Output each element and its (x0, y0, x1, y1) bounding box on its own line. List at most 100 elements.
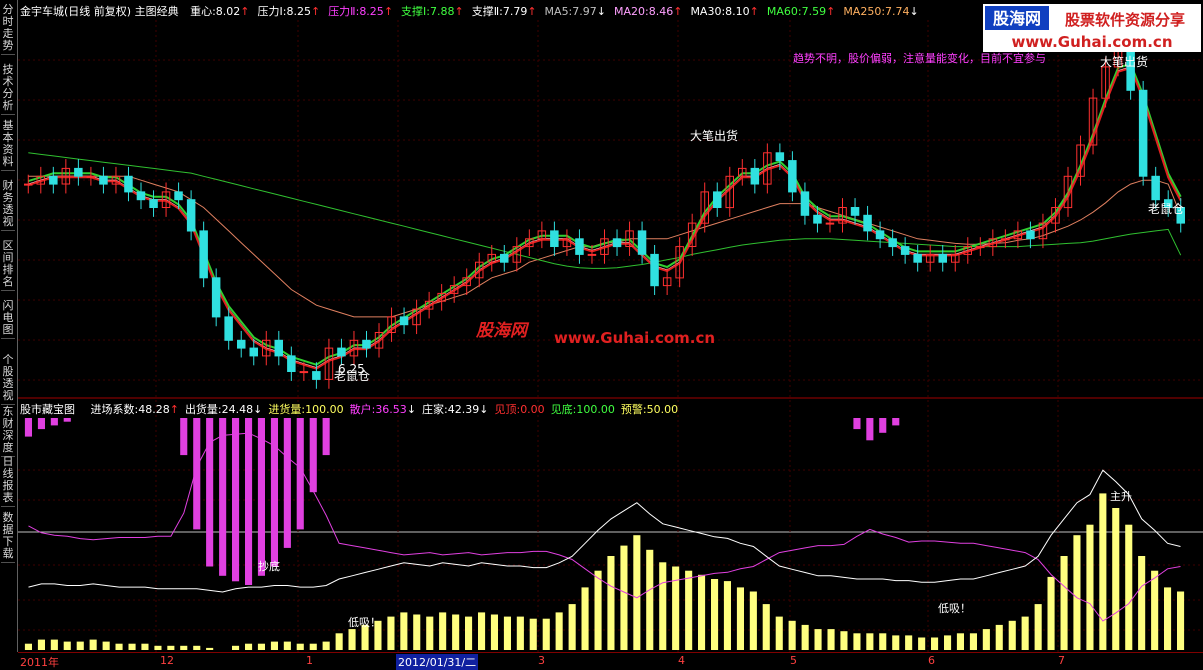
side-tab-8[interactable]: 日线报表 (1, 456, 15, 507)
inflow-bar (37, 639, 45, 650)
inflow-bar (607, 556, 615, 650)
inflow-bar (944, 635, 952, 650)
candle-body (1001, 238, 1010, 241)
legend-value: 7.74 (885, 5, 910, 18)
inflow-bar (89, 639, 97, 650)
inflow-bar (555, 612, 563, 650)
inflow-bar (762, 604, 770, 650)
indicator-legend-item-5: 见顶:0.00 (494, 403, 544, 416)
legend-label: 见底: (550, 403, 577, 416)
x-tick-label-8: 7 (1058, 654, 1065, 667)
inflow-bar (698, 574, 706, 650)
inflow-bar (322, 641, 330, 650)
side-tab-3[interactable]: 财务透视 (1, 180, 15, 231)
legend-item-0: 重心:8.02↑ (190, 5, 249, 18)
indicator-legend-item-0: 进场系数:48.28↑ (91, 403, 179, 416)
candle-body (24, 183, 33, 186)
inflow-bar (956, 633, 964, 650)
candle-body (199, 230, 208, 279)
inflow-bar (193, 645, 201, 650)
candle-body (362, 339, 371, 349)
side-tab-9[interactable]: 数据下载 (1, 512, 15, 563)
outflow-bar (50, 418, 58, 426)
candle-body (500, 253, 509, 263)
side-tab-1[interactable]: 技术分析 (1, 64, 15, 115)
legend-label: 支撑Ⅰ: (401, 5, 430, 18)
outflow-bar (63, 418, 71, 422)
candle-body (149, 199, 158, 208)
outflow-bar (232, 418, 240, 582)
candle-body (750, 167, 760, 185)
side-tab-4[interactable]: 区间排名 (1, 240, 15, 291)
side-tab-7[interactable]: 东财深度 (1, 406, 15, 457)
inflow-bar (76, 641, 84, 650)
indicator-legend-item-2: 进货量:100.00 (268, 403, 343, 416)
inflow-bar (335, 633, 343, 650)
inflow-bar (1073, 535, 1081, 650)
legend-value: 0.00 (520, 403, 545, 416)
inflow-bar (1112, 508, 1120, 650)
legend-arrow: ↑ (310, 5, 321, 18)
inflow-bar (387, 616, 395, 650)
indicator-legend-item-4: 庄家:42.39↓ (422, 403, 488, 416)
legend-label: MA60: (766, 5, 802, 18)
outflow-bar (270, 418, 278, 567)
x-tick-label-2: 1 (306, 654, 313, 667)
logo-brand: 股海网 (993, 9, 1041, 28)
inflow-bar (283, 641, 291, 650)
candle-body (850, 207, 860, 216)
inflow-bar (995, 624, 1003, 650)
legend-item-6: MA20:8.46↑ (614, 5, 682, 18)
inflow-bar (827, 629, 835, 650)
inflow-bar (542, 618, 550, 650)
indicator-annotation: 抄底 (258, 559, 280, 573)
inflow-bar (1099, 493, 1107, 650)
inflow-bar (814, 629, 822, 650)
inflow-bar (309, 643, 317, 650)
inflow-bar (154, 645, 162, 650)
outflow-bar (879, 418, 887, 433)
side-tab-5[interactable]: 闪电图 (1, 300, 15, 339)
inflow-bar (296, 643, 304, 650)
legend-label: 压力Ⅰ: (257, 5, 287, 18)
inflow-bar (581, 587, 589, 650)
legend-value: 100.00 (305, 403, 344, 416)
legend-label: 支撑Ⅱ: (471, 5, 503, 18)
legend-label: 重心: (190, 5, 216, 18)
side-tab-6[interactable]: 个股透视 (1, 354, 15, 405)
candle-body (888, 238, 897, 248)
inflow-bar (969, 633, 977, 650)
watermark-url: www.Guhai.com.cn (554, 329, 715, 347)
side-tab-2[interactable]: 基本资料 (1, 120, 15, 171)
legend-label: 压力Ⅱ: (328, 5, 360, 18)
candle-body (86, 175, 96, 178)
legend-value: 50.00 (646, 403, 679, 416)
indicator-annotation: 低吸！ (348, 616, 381, 629)
outflow-bar (219, 418, 227, 576)
inflow-bar (141, 643, 149, 650)
candle-body (74, 167, 83, 177)
legend-value: 48.28 (138, 403, 170, 416)
annotation-label: 老鼠仓 (1148, 202, 1184, 216)
candle-body (124, 175, 133, 193)
indicator-legend: 股市藏宝图 进场系数:48.28↑ 出货量:24.48↓ 进货量:100.00 散户:… (20, 401, 678, 416)
indicator-legend-item-7: 预警:50.00 (621, 403, 678, 416)
x-tick-label-7: 6 (928, 654, 935, 667)
legend-value: 24.48 (221, 403, 254, 416)
x-tick-label-6: 5 (790, 654, 797, 667)
inflow-bar (115, 643, 123, 650)
candle-body (299, 371, 309, 374)
candle-body (312, 371, 321, 380)
candle-body (913, 253, 922, 263)
inflow-bar (931, 637, 939, 650)
inflow-bar (633, 535, 641, 650)
outflow-bar (853, 418, 861, 430)
side-tab-0[interactable]: 分时走势 (1, 4, 15, 55)
legend-arrow: ↑ (527, 5, 537, 18)
inflow-bar (620, 545, 628, 650)
x-tick-label-1: 12 (160, 654, 174, 667)
candle-body (976, 246, 985, 249)
inflow-bar (749, 591, 757, 650)
indicator-title: 股市藏宝图 (20, 403, 75, 416)
inflow-bar (801, 624, 809, 650)
